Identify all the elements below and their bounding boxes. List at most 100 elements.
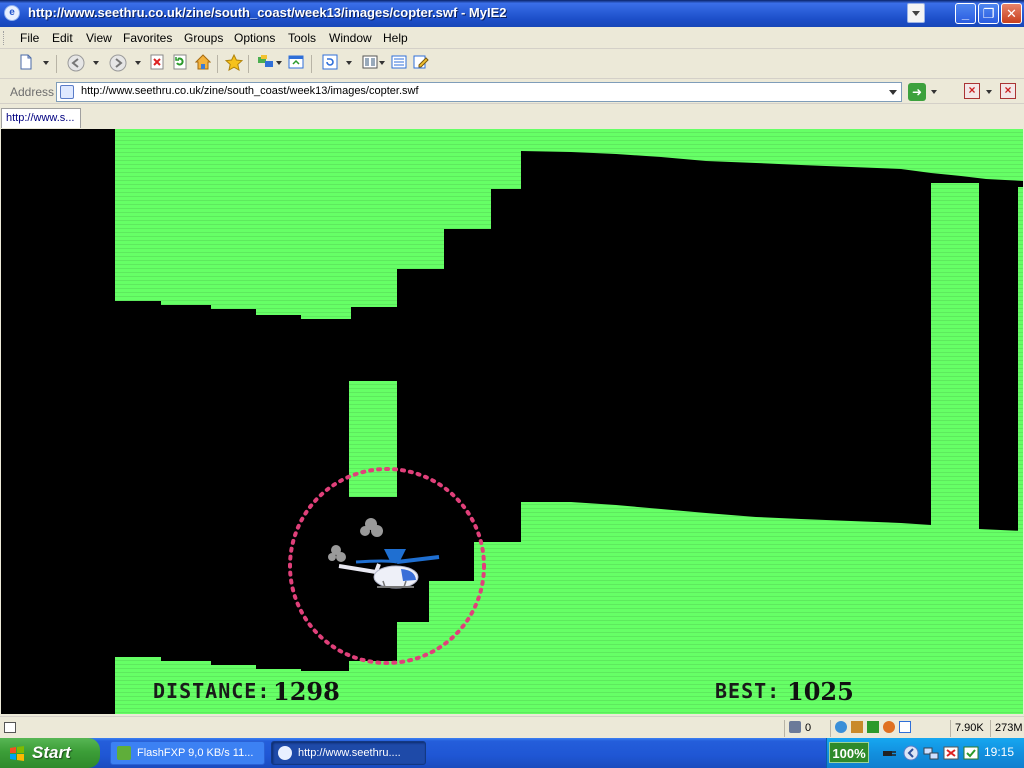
taskbar: Start FlashFXP 9,0 KB/s 11... http://www…	[0, 738, 1024, 768]
menu-groups[interactable]: Groups	[184, 31, 223, 45]
flash-game-viewport[interactable]: DISTANCE: 1298 BEST: 1025	[1, 129, 1023, 714]
messenger-icon[interactable]	[963, 745, 979, 761]
menu-help[interactable]: Help	[383, 31, 408, 45]
address-bar: Address http://www.seethru.co.uk/zine/so…	[0, 80, 1024, 104]
menu-window[interactable]: Window	[329, 31, 372, 45]
menu-file[interactable]: File	[20, 31, 39, 45]
close-all-button[interactable]: ×	[1000, 83, 1016, 99]
forward-button[interactable]	[108, 54, 128, 74]
menu-bar: File Edit View Favorites Groups Options …	[0, 27, 1024, 49]
back-button[interactable]	[66, 54, 86, 74]
address-url[interactable]: http://www.seethru.co.uk/zine/south_coas…	[81, 85, 419, 97]
minimize-button[interactable]: _	[955, 3, 976, 24]
undo-button[interactable]	[320, 54, 340, 74]
layout-button[interactable]	[360, 54, 380, 74]
go-arrow-icon: ➜	[911, 85, 923, 99]
layout-dropdown[interactable]	[379, 61, 385, 65]
close-button[interactable]: ✕	[1001, 3, 1022, 24]
go-button[interactable]: ➜	[908, 83, 926, 101]
edit-button[interactable]	[411, 54, 431, 74]
smoke-trail-icon	[328, 518, 383, 562]
brush-icon[interactable]	[851, 721, 863, 733]
distance-value: 1298	[273, 677, 340, 706]
security-icon[interactable]	[943, 745, 959, 761]
start-button[interactable]: Start	[0, 738, 100, 768]
menu-tools[interactable]: Tools	[288, 31, 316, 45]
back-arrow-icon[interactable]	[903, 745, 919, 761]
toolbar-separator	[248, 55, 249, 73]
download-speed: 7.90K	[950, 720, 990, 737]
toolbar-separator	[56, 55, 57, 73]
close-dropdown[interactable]	[986, 90, 992, 94]
maximize-button[interactable]: ❐	[978, 3, 999, 24]
cave-block	[349, 381, 397, 497]
tab-copter[interactable]: http://www.s...	[1, 108, 81, 128]
collector-icon	[258, 55, 273, 67]
new-page-icon	[20, 54, 32, 70]
menu-grip	[3, 31, 6, 45]
go-dropdown[interactable]	[931, 90, 937, 94]
list-button[interactable]	[389, 54, 409, 74]
network-icon[interactable]	[923, 745, 939, 761]
restore-button[interactable]	[286, 54, 306, 74]
menu-view[interactable]: View	[86, 31, 112, 45]
close-tab-button[interactable]: ×	[964, 83, 980, 99]
refresh-icon[interactable]	[835, 721, 847, 733]
memory-usage: 273M	[990, 720, 1024, 737]
clock[interactable]: 19:15	[984, 745, 1014, 759]
toolbar-separator	[311, 55, 312, 73]
page-icon	[60, 85, 74, 99]
collector-dropdown[interactable]	[276, 61, 282, 65]
tab-bar: http://www.s...	[0, 105, 1024, 129]
menu-edit[interactable]: Edit	[52, 31, 73, 45]
cave-pillar	[931, 183, 979, 528]
cave-pillar	[1018, 187, 1023, 532]
stop-button[interactable]	[147, 54, 167, 74]
battery-indicator[interactable]: 100%	[829, 742, 869, 763]
forward-dropdown[interactable]	[135, 61, 141, 65]
myie2-icon: e	[4, 5, 20, 21]
edit-icon	[413, 55, 429, 69]
title-bar: e http://www.seethru.co.uk/zine/south_co…	[0, 0, 1024, 27]
undo-dropdown[interactable]	[346, 61, 352, 65]
back-icon	[67, 54, 85, 72]
favorites-star-icon	[224, 53, 244, 71]
layout-icon	[362, 55, 378, 69]
restore-icon	[288, 55, 304, 69]
popup-count: 0	[805, 722, 812, 734]
title-dropdown-button[interactable]	[907, 3, 925, 23]
minimize-icon: _	[961, 6, 970, 21]
download-icon[interactable]	[867, 721, 879, 733]
favorites-button[interactable]	[224, 53, 244, 74]
menu-favorites[interactable]: Favorites	[123, 31, 172, 45]
power-plug-icon[interactable]	[881, 745, 897, 761]
collector-button[interactable]	[256, 54, 276, 74]
gear-icon[interactable]	[883, 721, 895, 733]
task-browser[interactable]: http://www.seethru....	[271, 741, 426, 765]
home-icon	[194, 54, 212, 70]
task-label: http://www.seethru....	[298, 747, 401, 759]
list-icon	[391, 55, 407, 69]
task-flashfxp[interactable]: FlashFXP 9,0 KB/s 11...	[110, 741, 265, 765]
helicopter-icon	[338, 549, 440, 589]
address-input[interactable]: http://www.seethru.co.uk/zine/south_coas…	[56, 82, 902, 102]
back-dropdown[interactable]	[93, 61, 99, 65]
window-title: http://www.seethru.co.uk/zine/south_coas…	[28, 5, 507, 20]
popup-blocker[interactable]: 0	[784, 720, 828, 737]
system-tray: 100% 19:15	[826, 738, 1024, 768]
new-page-button[interactable]	[16, 54, 36, 74]
cave-scene	[115, 129, 1023, 714]
address-dropdown[interactable]	[885, 83, 901, 101]
status-tool-icons	[830, 720, 948, 737]
trash-icon	[789, 721, 801, 733]
new-page-dropdown[interactable]	[43, 61, 49, 65]
distance-label: DISTANCE:	[153, 679, 271, 703]
window-icon[interactable]	[899, 721, 911, 733]
page-status-icon	[4, 722, 16, 733]
menu-options[interactable]: Options	[234, 31, 275, 45]
home-button[interactable]	[193, 54, 213, 74]
forward-icon	[109, 54, 127, 72]
refresh-button[interactable]	[170, 54, 190, 74]
flashfxp-icon	[117, 746, 131, 760]
best-value: 1025	[787, 677, 854, 706]
